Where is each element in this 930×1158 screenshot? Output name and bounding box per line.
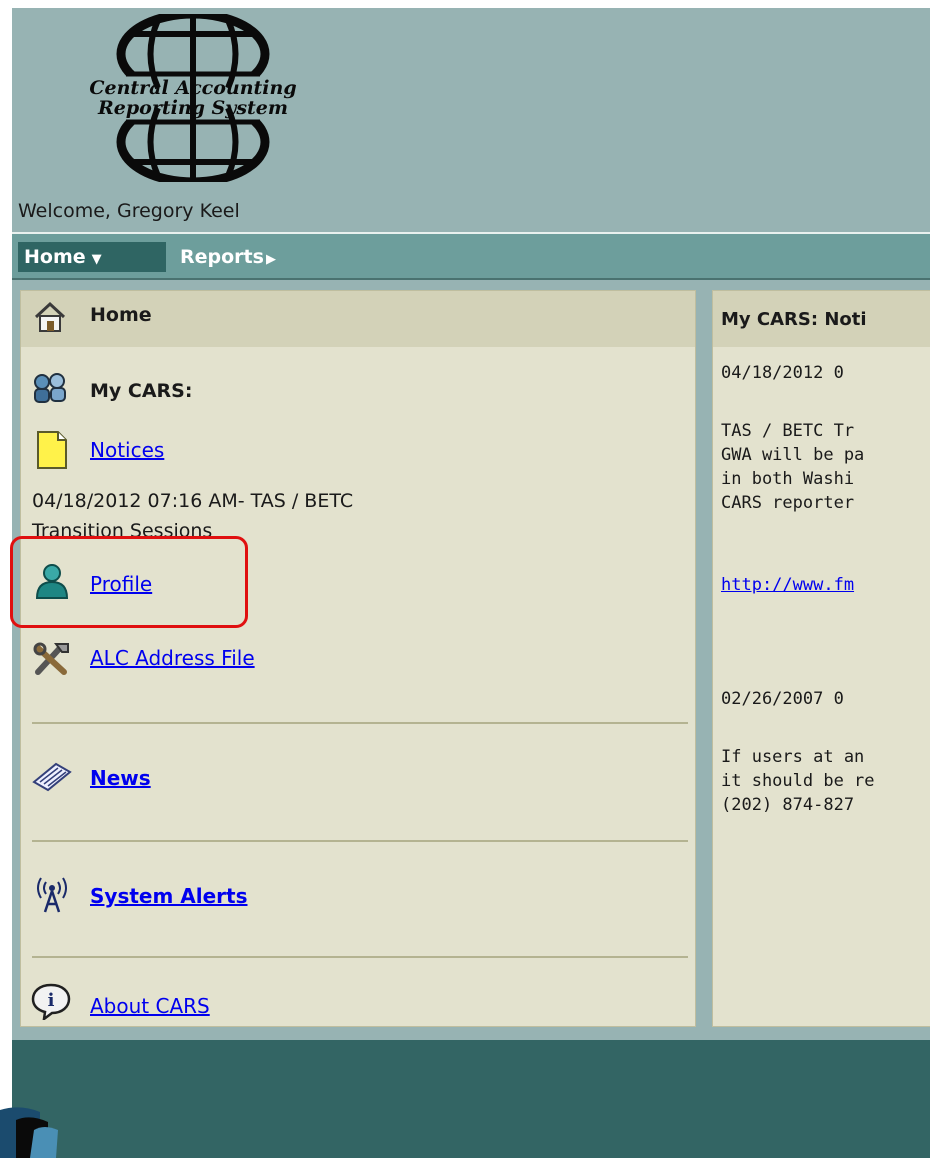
notices-link[interactable]: Notices <box>90 438 164 462</box>
notice-date: 04/18/2012 0 <box>721 363 844 383</box>
about-cars-link[interactable]: About CARS <box>90 994 210 1018</box>
notice-text-line: CARS reporter <box>721 493 855 513</box>
notice-text-line: it should be re <box>721 771 875 791</box>
notice-date: 02/26/2007 0 <box>721 689 844 709</box>
svg-text:i: i <box>48 990 55 1011</box>
cars-logo: Central Accounting Reporting System <box>89 14 297 182</box>
chevron-down-icon: ▼ <box>91 252 102 267</box>
notice-text-line: in both Washi <box>721 469 855 489</box>
logo-text-line1: Central Accounting <box>89 77 296 99</box>
nav-reports-label: Reports <box>180 246 264 268</box>
notice-entry-date: 04/18/2012 07:16 AM- TAS / BETC <box>32 490 354 512</box>
nav-menu-reports[interactable]: Reports ▶ <box>180 242 276 272</box>
chevron-right-icon: ▶ <box>265 252 276 267</box>
users-group-icon <box>34 373 66 403</box>
notice-text-line: GWA will be pa <box>721 445 865 465</box>
notice-text-line: TAS / BETC Tr <box>721 421 855 441</box>
notice-text-line: (202) 874-827 <box>721 795 855 815</box>
notice-url-link[interactable]: http://www.fm <box>721 573 854 597</box>
system-alerts-link[interactable]: System Alerts <box>90 884 248 908</box>
tools-icon <box>33 642 69 675</box>
welcome-message: Welcome, Gregory Keel <box>18 200 240 222</box>
home-panel-title: Home <box>90 304 152 326</box>
notices-panel: My CARS: Noti 04/18/2012 0 TAS / BETC Tr… <box>712 290 930 1027</box>
logo-text-line2: Reporting System <box>97 97 288 119</box>
divider <box>32 840 688 842</box>
divider <box>32 956 688 958</box>
document-icon <box>37 431 67 469</box>
news-link[interactable]: News <box>90 766 151 790</box>
slide-corner-decoration <box>0 1107 58 1158</box>
divider <box>32 722 688 724</box>
footer-bar <box>12 1040 930 1158</box>
my-cars-heading: My CARS: <box>90 380 193 402</box>
alc-address-file-link[interactable]: ALC Address File <box>90 646 255 670</box>
notice-text-line: If users at an <box>721 747 865 767</box>
profile-highlight-box <box>10 536 248 628</box>
nav-menu-home[interactable]: Home ▼ <box>18 242 166 272</box>
notices-panel-title: My CARS: Noti <box>721 309 867 330</box>
broadcast-antenna-icon <box>37 877 67 913</box>
nav-home-label: Home <box>24 246 86 268</box>
info-icon: i <box>31 983 71 1020</box>
home-icon <box>34 301 66 332</box>
newspaper-icon <box>32 762 72 792</box>
